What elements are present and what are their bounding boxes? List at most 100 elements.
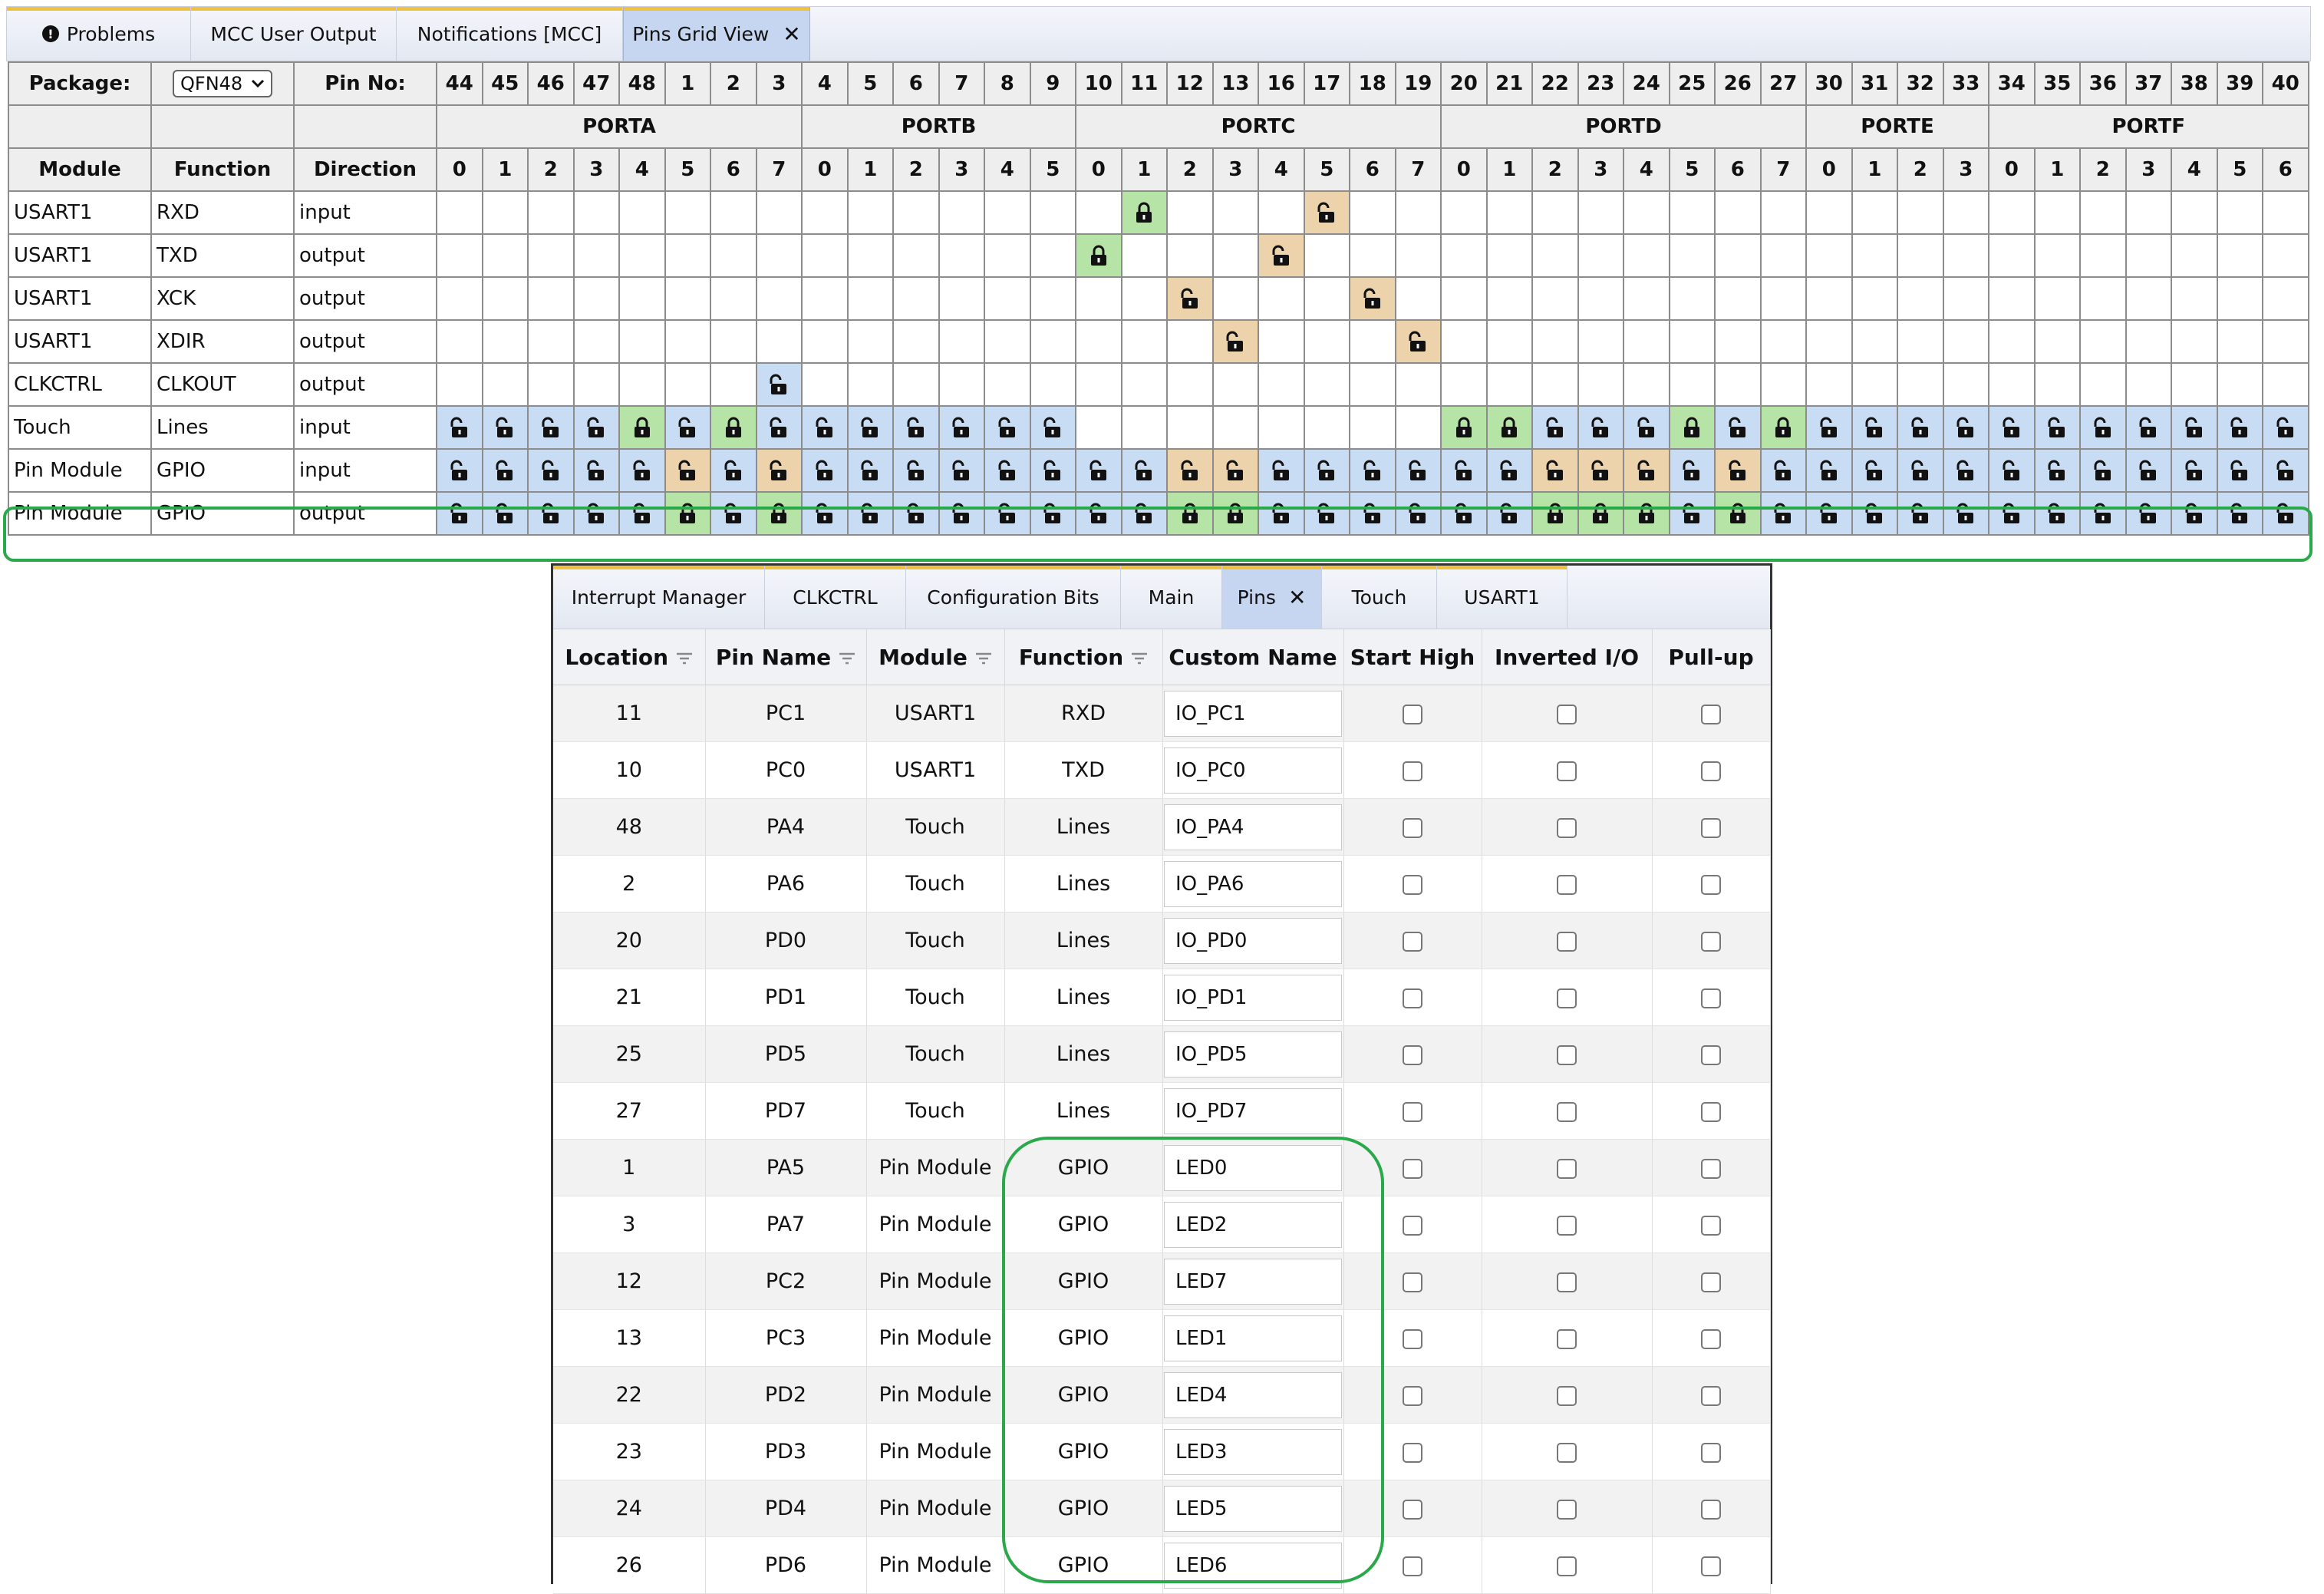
pin-cell-available[interactable] [2033,491,2081,536]
pull-up-checkbox[interactable] [1701,704,1721,724]
pin-cell-selected[interactable] [1075,233,1122,278]
pin-cell-available[interactable] [1349,448,1396,493]
pull-up-checkbox[interactable] [1701,817,1721,838]
pin-cell-available[interactable] [2125,448,2172,493]
inverted-io-checkbox[interactable] [1557,1158,1577,1179]
pin-cell-available[interactable] [527,448,575,493]
pin-cell-available[interactable] [2262,405,2309,450]
pin-cell-selected[interactable] [664,491,711,536]
custom-name-input[interactable] [1164,1258,1342,1305]
pin-cell-available[interactable] [1120,448,1168,493]
pin-cell-available[interactable] [1440,491,1488,536]
start-high-checkbox[interactable] [1403,817,1422,838]
inverted-io-checkbox[interactable] [1557,761,1577,781]
start-high-checkbox[interactable] [1403,704,1422,724]
pin-cell-available[interactable] [664,405,711,450]
start-high-checkbox[interactable] [1403,1158,1422,1179]
inverted-io-checkbox[interactable] [1557,1045,1577,1065]
pin-cell-available[interactable] [527,491,575,536]
pin-cell-available[interactable] [892,405,940,450]
start-high-checkbox[interactable] [1403,1442,1422,1463]
tab-mcc-user-output[interactable]: MCC User Output [191,7,397,61]
pin-cell-available[interactable] [2216,491,2263,536]
pin-cell-available[interactable] [984,491,1031,536]
pin-cell-available[interactable] [2171,491,2218,536]
pin-cell-selected[interactable] [618,405,666,450]
pin-cell-selected[interactable] [1714,491,1762,536]
pull-up-checkbox[interactable] [1701,1101,1721,1122]
pin-cell-available[interactable] [1485,448,1533,493]
custom-name-input[interactable] [1164,1371,1342,1418]
tab-interrupt-manager[interactable]: Interrupt Manager [553,566,765,629]
pin-cell-available[interactable] [846,448,894,493]
inverted-io-checkbox[interactable] [1557,931,1577,952]
custom-name-input[interactable] [1164,1031,1342,1078]
pin-cell-selected[interactable] [1440,405,1488,450]
pin-cell-available[interactable] [1851,448,1898,493]
pin-cell-available[interactable] [1531,405,1579,450]
pull-up-checkbox[interactable] [1701,1385,1721,1406]
tab-touch[interactable]: Touch [1322,566,1437,629]
package-select[interactable]: QFN48 [173,70,272,97]
pin-cell-available[interactable] [1258,233,1305,278]
pin-cell-available[interactable] [2125,491,2172,536]
pin-cell-available[interactable] [2079,448,2127,493]
pin-cell-available[interactable] [755,362,803,407]
pin-cell-available[interactable] [1075,448,1122,493]
pull-up-checkbox[interactable] [1701,1158,1721,1179]
tab-usart1[interactable]: USART1 [1437,566,1567,629]
pin-cell-available[interactable] [1942,491,1989,536]
pin-cell-available[interactable] [1211,319,1259,364]
pin-cell-available[interactable] [1714,448,1762,493]
pin-cell-available[interactable] [436,405,483,450]
inverted-io-checkbox[interactable] [1557,1442,1577,1463]
pin-cell-selected[interactable] [1531,491,1579,536]
pin-cell-available[interactable] [2216,405,2263,450]
pin-cell-available[interactable] [1942,448,1989,493]
inverted-io-checkbox[interactable] [1557,1215,1577,1236]
pin-cell-available[interactable] [1851,405,1898,450]
pin-cell-available[interactable] [984,405,1031,450]
pin-cell-selected[interactable] [1166,491,1214,536]
pin-cell-available[interactable] [1988,405,2036,450]
pin-cell-available[interactable] [2079,491,2127,536]
pin-cell-available[interactable] [481,448,529,493]
pin-cell-available[interactable] [938,491,985,536]
pin-cell-available[interactable] [1531,448,1579,493]
pin-cell-available[interactable] [1349,276,1396,321]
pin-cell-available[interactable] [1349,491,1396,536]
pin-cell-available[interactable] [2171,405,2218,450]
inverted-io-checkbox[interactable] [1557,988,1577,1008]
start-high-checkbox[interactable] [1403,988,1422,1008]
column-header-module[interactable]: Module [866,629,1005,685]
pin-cell-available[interactable] [801,448,849,493]
filter-icon[interactable] [1131,652,1148,665]
pin-cell-available[interactable] [1258,491,1305,536]
tab-pins[interactable]: Pins ✕ [1222,566,1322,629]
pin-cell-selected[interactable] [1623,491,1670,536]
inverted-io-checkbox[interactable] [1557,874,1577,895]
pin-cell-available[interactable] [1897,448,1944,493]
pin-cell-available[interactable] [1805,491,1853,536]
pin-cell-selected[interactable] [1759,405,1807,450]
pin-cell-available[interactable] [1805,405,1853,450]
tab-configuration-bits[interactable]: Configuration Bits [906,566,1121,629]
pin-cell-available[interactable] [1623,448,1670,493]
pin-cell-available[interactable] [2033,448,2081,493]
pin-cell-available[interactable] [1211,448,1259,493]
pull-up-checkbox[interactable] [1701,761,1721,781]
pull-up-checkbox[interactable] [1701,1328,1721,1349]
pin-cell-available[interactable] [801,491,849,536]
start-high-checkbox[interactable] [1403,761,1422,781]
filter-icon[interactable] [975,652,992,665]
pin-cell-available[interactable] [1805,448,1853,493]
pin-cell-available[interactable] [1029,448,1076,493]
pin-cell-available[interactable] [1988,448,2036,493]
tab-clkctrl[interactable]: CLKCTRL [765,566,906,629]
pin-cell-available[interactable] [572,405,620,450]
pin-cell-available[interactable] [2125,405,2172,450]
pin-cell-available[interactable] [436,491,483,536]
pin-cell-available[interactable] [1258,448,1305,493]
pin-cell-available[interactable] [481,405,529,450]
inverted-io-checkbox[interactable] [1557,1272,1577,1292]
